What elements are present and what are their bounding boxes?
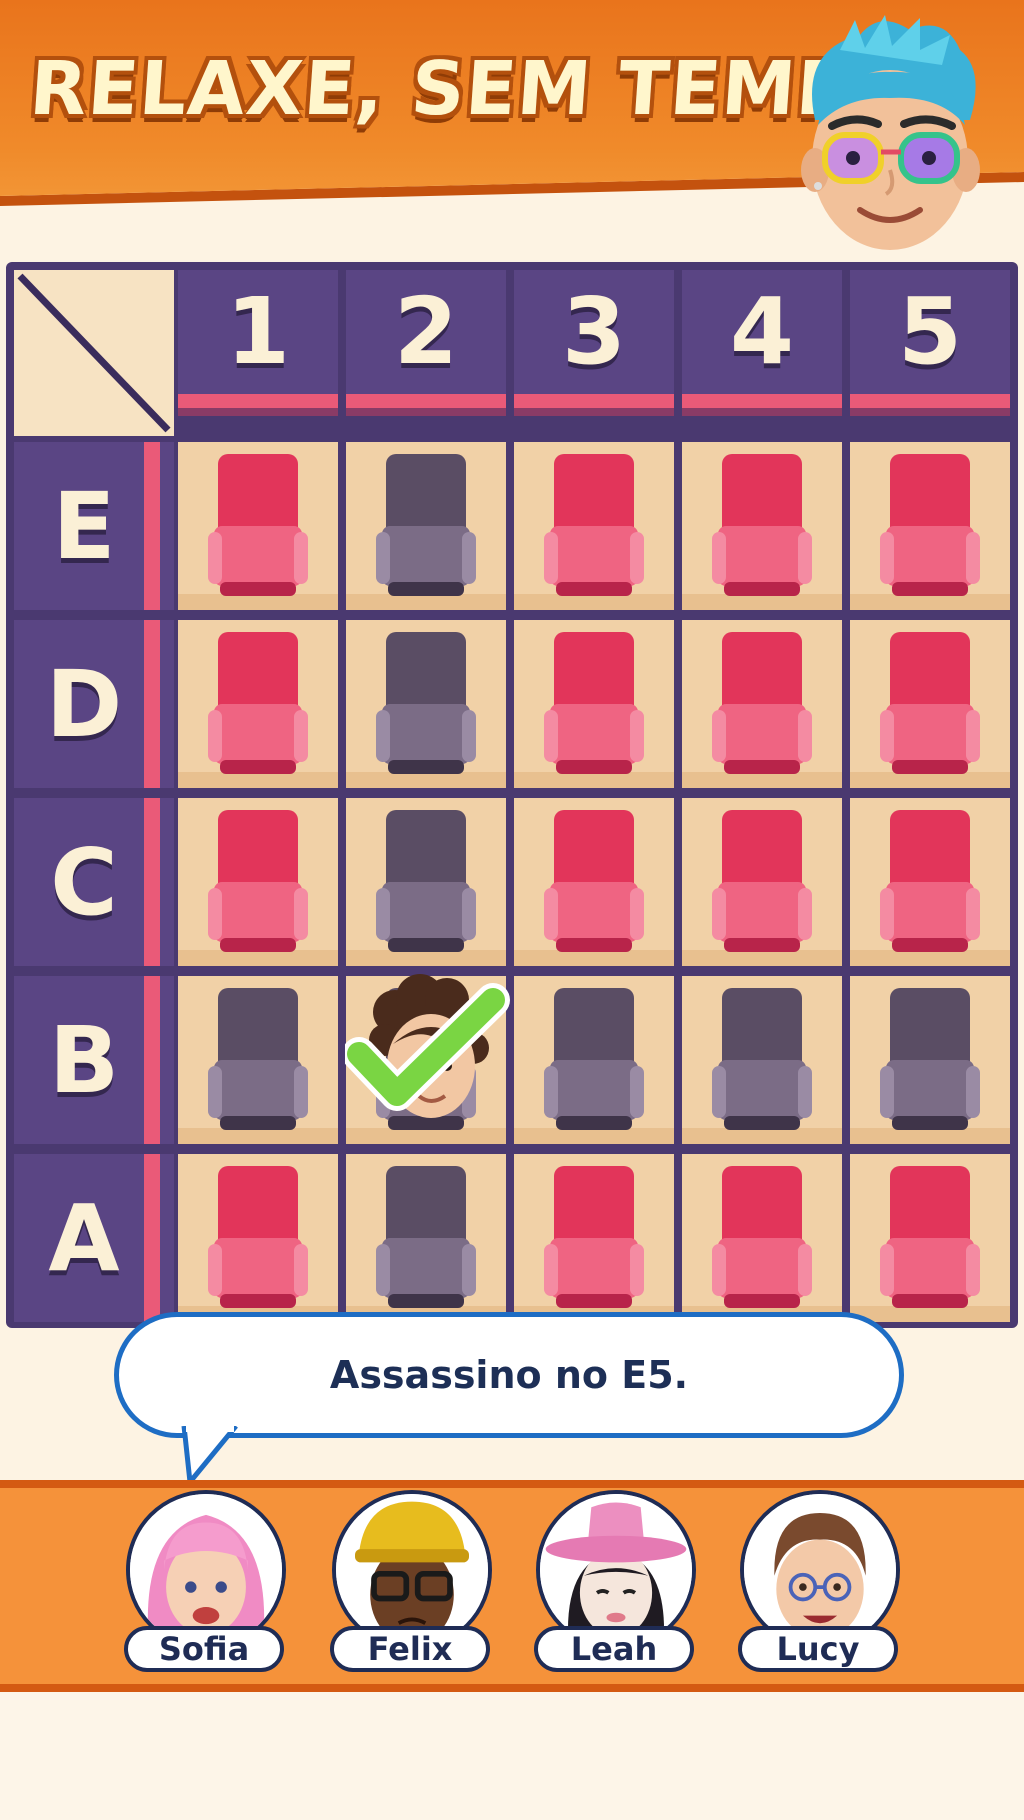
seat-icon bbox=[880, 810, 980, 954]
seat-cell-c3[interactable] bbox=[514, 798, 674, 966]
row-header-a: A bbox=[14, 1154, 174, 1322]
row-stripe bbox=[144, 976, 160, 1144]
seat-icon bbox=[712, 454, 812, 598]
column-stripe bbox=[682, 394, 842, 416]
seat-cell-e2[interactable] bbox=[346, 442, 506, 610]
seat-cell-b3[interactable] bbox=[514, 976, 674, 1144]
column-stripe bbox=[346, 394, 506, 416]
character-lucy[interactable]: Lucy bbox=[736, 1490, 906, 1680]
seat-cell-a4[interactable] bbox=[682, 1154, 842, 1322]
seat-icon bbox=[880, 1166, 980, 1310]
row-stripe bbox=[144, 798, 160, 966]
hint-text: Assassino no E5. bbox=[329, 1353, 689, 1397]
seat-icon bbox=[376, 454, 476, 598]
column-label: 3 bbox=[561, 278, 626, 385]
lucy-name-tag: Lucy bbox=[738, 1626, 898, 1672]
row-stripe bbox=[144, 620, 160, 788]
column-label: 5 bbox=[897, 278, 962, 385]
column-stripe bbox=[850, 394, 1010, 416]
seat-icon bbox=[712, 810, 812, 954]
column-label: 4 bbox=[729, 278, 794, 385]
seat-icon bbox=[376, 1166, 476, 1310]
row-label: C bbox=[50, 828, 118, 936]
column-label: 2 bbox=[393, 278, 458, 385]
character-felix[interactable]: Felix bbox=[328, 1490, 498, 1680]
seat-cell-b4[interactable] bbox=[682, 976, 842, 1144]
row-label: D bbox=[45, 650, 123, 758]
seat-icon bbox=[544, 988, 644, 1132]
seat-icon bbox=[712, 1166, 812, 1310]
speech-bubble-tail bbox=[181, 1426, 238, 1485]
character-sofia[interactable]: Sofia bbox=[122, 1490, 292, 1680]
column-label: 1 bbox=[225, 278, 290, 385]
mascot-avatar-icon bbox=[801, 15, 980, 250]
seat-icon bbox=[880, 632, 980, 776]
row-header-e: E bbox=[14, 442, 174, 610]
seat-cell-d5[interactable] bbox=[850, 620, 1010, 788]
seat-cell-d2[interactable] bbox=[346, 620, 506, 788]
seat-icon bbox=[544, 632, 644, 776]
seat-cell-d4[interactable] bbox=[682, 620, 842, 788]
seat-icon bbox=[208, 810, 308, 954]
seat-icon bbox=[208, 454, 308, 598]
bottom-area bbox=[0, 1692, 1024, 1820]
player-occupant-icon bbox=[345, 974, 510, 1118]
seat-icon bbox=[544, 810, 644, 954]
seat-icon bbox=[544, 454, 644, 598]
seat-icon bbox=[712, 988, 812, 1132]
row-stripe bbox=[144, 442, 160, 610]
seat-icon bbox=[376, 810, 476, 954]
seat-cell-d1[interactable] bbox=[178, 620, 338, 788]
seat-icon bbox=[544, 1166, 644, 1310]
seat-cell-e5[interactable] bbox=[850, 442, 1010, 610]
row-header-b: B bbox=[14, 976, 174, 1144]
column-stripe bbox=[514, 394, 674, 416]
row-label: B bbox=[48, 1006, 120, 1114]
seat-cell-d3[interactable] bbox=[514, 620, 674, 788]
grid-corner bbox=[14, 270, 174, 436]
seat-cell-a3[interactable] bbox=[514, 1154, 674, 1322]
leah-name-tag: Leah bbox=[534, 1626, 694, 1672]
column-header-5: 5 bbox=[850, 270, 1010, 416]
felix-avatar-icon bbox=[336, 1494, 488, 1646]
seat-icon bbox=[376, 632, 476, 776]
column-header-3: 3 bbox=[514, 270, 674, 416]
lucy-avatar-icon bbox=[744, 1494, 896, 1646]
seat-icon bbox=[208, 632, 308, 776]
seat-cell-b1[interactable] bbox=[178, 976, 338, 1144]
seat-cell-c4[interactable] bbox=[682, 798, 842, 966]
row-label: A bbox=[48, 1184, 120, 1292]
seat-icon bbox=[880, 454, 980, 598]
sofia-name-tag: Sofia bbox=[124, 1626, 284, 1672]
row-header-c: C bbox=[14, 798, 174, 966]
seat-icon bbox=[208, 988, 308, 1132]
column-header-4: 4 bbox=[682, 270, 842, 416]
seat-cell-e3[interactable] bbox=[514, 442, 674, 610]
character-leah[interactable]: Leah bbox=[532, 1490, 702, 1680]
column-header-2: 2 bbox=[346, 270, 506, 416]
row-header-d: D bbox=[14, 620, 174, 788]
sofia-avatar-icon bbox=[130, 1494, 282, 1646]
leah-avatar-icon bbox=[540, 1494, 692, 1646]
seat-icon bbox=[880, 988, 980, 1132]
seat-cell-b5[interactable] bbox=[850, 976, 1010, 1144]
seat-cell-e4[interactable] bbox=[682, 442, 842, 610]
row-label: E bbox=[52, 472, 116, 580]
column-header-1: 1 bbox=[178, 270, 338, 416]
seat-icon bbox=[208, 1166, 308, 1310]
felix-name-tag: Felix bbox=[330, 1626, 490, 1672]
hint-speech-bubble: Assassino no E5. bbox=[114, 1312, 904, 1438]
seat-cell-a2[interactable] bbox=[346, 1154, 506, 1322]
seat-cell-c2[interactable] bbox=[346, 798, 506, 966]
row-stripe bbox=[144, 1154, 160, 1322]
seat-cell-a5[interactable] bbox=[850, 1154, 1010, 1322]
seat-cell-c1[interactable] bbox=[178, 798, 338, 966]
seat-cell-c5[interactable] bbox=[850, 798, 1010, 966]
seat-cell-a1[interactable] bbox=[178, 1154, 338, 1322]
seat-icon bbox=[712, 632, 812, 776]
seat-cell-e1[interactable] bbox=[178, 442, 338, 610]
column-stripe bbox=[178, 394, 338, 416]
